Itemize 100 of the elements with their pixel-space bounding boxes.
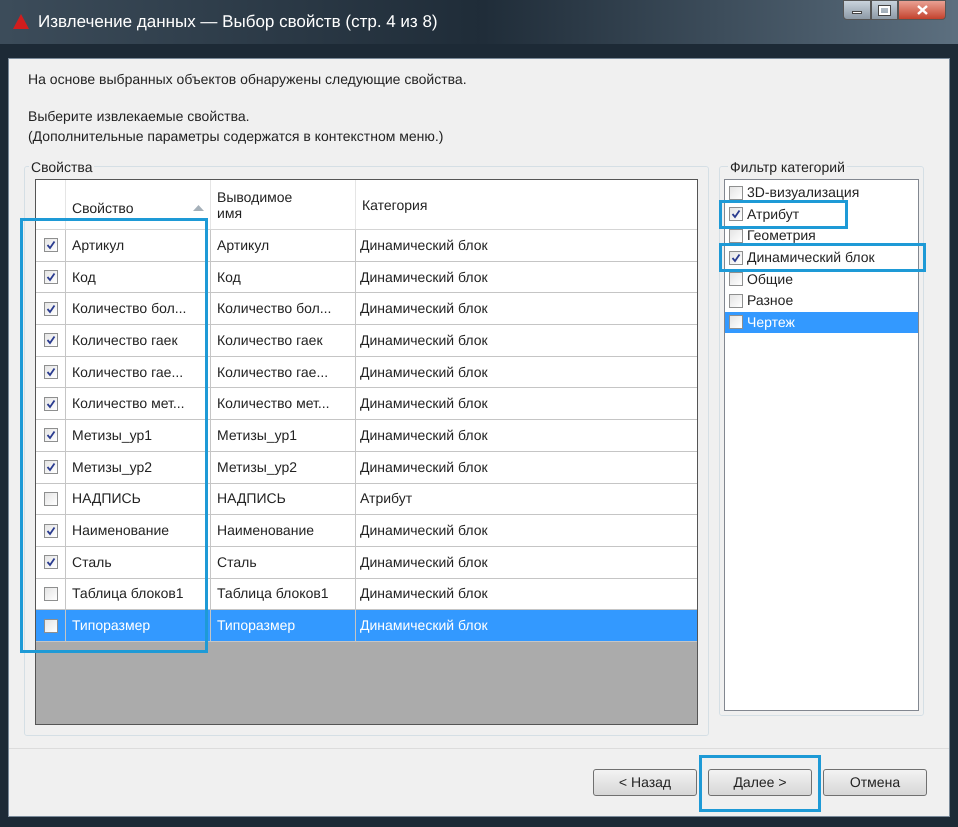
checkbox[interactable] [44,428,58,442]
checkbox[interactable] [729,228,743,243]
table-cell-text: Динамический блок [359,236,489,255]
checkbox[interactable] [729,250,743,265]
checkbox[interactable] [729,272,743,286]
table-cell: Сталь [66,546,211,578]
check-icon [46,367,56,378]
maximize-button[interactable] [871,0,898,20]
checkbox[interactable] [44,302,58,316]
category-item[interactable]: Атрибут [725,204,918,226]
table-cell-text: Атрибут [359,489,414,508]
checkbox[interactable] [44,586,58,601]
table-cell-text: Динамический блок [359,268,489,287]
table-cell: Количество гаек [211,325,356,356]
table-cell-text: Динамический блок [359,458,489,477]
table-row[interactable]: Сталь Сталь Динамический блок [36,546,697,579]
column-header[interactable]: Свойство [66,180,211,229]
category-item[interactable]: Разное [725,290,918,312]
table-row[interactable]: Метизы_ур1 Метизы_ур1 Динамический блок [36,420,697,452]
checkbox[interactable] [44,270,58,284]
category-item[interactable]: Общие [725,268,918,290]
table-row[interactable]: Количество гаек Количество гаек Динамический блок [36,325,697,357]
sort-ascending-icon [193,204,204,210]
table-cell: Метизы_ур2 [211,452,356,482]
table-cell: Количество гае... [66,356,211,388]
checkbox[interactable] [44,492,58,506]
table-row[interactable]: Количество бол... Количество бол... Динамический блок [36,293,697,326]
table-row[interactable]: Количество мет... Количество мет... Динамический блок [36,388,697,420]
table-cell: Наименование [211,515,356,546]
table-row[interactable]: НАДПИСЬ НАДПИСЬ Атрибут [36,484,697,516]
check-icon [46,526,56,536]
dialog-button[interactable]: < Назад [593,769,697,796]
table-row[interactable]: Метизы_ур2 Метизы_ур2 Динамический блок [36,452,697,484]
check-icon [46,430,56,440]
category-item[interactable]: Динамический блок [725,246,918,268]
dialog-button[interactable]: Далее > [708,769,812,796]
instruction-text: Выберите извлекаемые свойства. [28,107,251,126]
table-row[interactable]: Таблица блоков1 Таблица блоков1 Динамический блок [36,578,697,610]
check-icon [46,335,56,346]
instruction-text: (Дополнительные параметры содержатся в контекстном меню.) [28,127,444,146]
column-header[interactable]: Выводимое имя [211,180,356,229]
table-cell-text: Динамический блок [359,299,489,318]
checkbox[interactable] [44,238,58,252]
table-row[interactable]: Артикул Артикул Динамический блок [36,230,697,262]
check-icon [46,462,56,472]
table-cell-text: Динамический блок [359,362,489,382]
minimize-icon [852,11,862,14]
app-logo-icon [12,13,30,31]
column-header[interactable]: Категория [356,180,697,229]
table-cell: Код [211,262,356,292]
table-cell-text: Динамический блок [359,426,489,445]
checkbox[interactable] [44,555,58,570]
intro-text: На основе выбранных объектов обнаружены следующие свойства. [28,70,468,89]
checkbox[interactable] [729,294,743,308]
window-title: Извлечение данных — Выбор свойств (стр. 4 из 8) [38,11,438,34]
table-cell-text: Динамический блок [359,584,489,604]
table-cell: Количество мет... [211,388,356,420]
table-cell: Количество гаек [66,325,211,356]
minimize-button[interactable] [843,0,871,20]
table-cell: Наименование [66,515,211,546]
checkbox[interactable] [44,524,58,538]
close-button[interactable] [898,0,946,20]
checkbox[interactable] [729,186,743,200]
table-cell-text: Динамический блок [359,616,489,636]
check-icon [731,209,741,220]
table-cell-text: Динамический блок [359,394,489,414]
checkbox[interactable] [729,207,743,222]
check-icon [46,272,56,282]
table-cell: Метизы_ур2 [66,452,211,482]
checkbox[interactable] [729,315,743,330]
table-cell: Артикул [211,230,356,261]
table-row[interactable]: Наименование Наименование Динамический блок [36,515,697,547]
table-cell: Таблица блоков1 [66,578,211,610]
checkbox[interactable] [44,618,58,633]
table-cell: НАДПИСЬ [66,484,211,514]
checkbox[interactable] [44,396,58,411]
table-row[interactable]: Код Код Динамический блок [36,262,697,294]
table-row[interactable]: Количество гае... Количество гае... Динамический блок [36,356,697,388]
table-cell: Типоразмер [211,610,356,641]
maximize-icon [879,6,890,14]
table-cell: Артикул [66,230,211,261]
category-item[interactable]: Геометрия [725,225,918,247]
table-cell-text: Динамический блок [359,330,489,350]
category-item[interactable]: 3D-визуализация [725,182,918,204]
checkbox[interactable] [44,333,58,348]
table-cell-text: Динамический блок [359,521,489,540]
table-cell: Количество гае... [211,356,356,388]
dialog-button[interactable]: Отмена [823,769,927,796]
check-icon [731,252,741,263]
checkbox[interactable] [44,365,58,380]
table-cell: Количество бол... [66,293,211,324]
table-cell: Сталь [211,546,356,578]
check-icon [46,398,56,409]
check-icon [46,557,56,568]
check-icon [46,240,56,250]
checkbox[interactable] [44,460,58,474]
table-cell: НАДПИСЬ [211,484,356,514]
table-cell: Метизы_ур1 [211,420,356,451]
close-icon [916,5,928,15]
table-cell: Количество мет... [66,388,211,420]
